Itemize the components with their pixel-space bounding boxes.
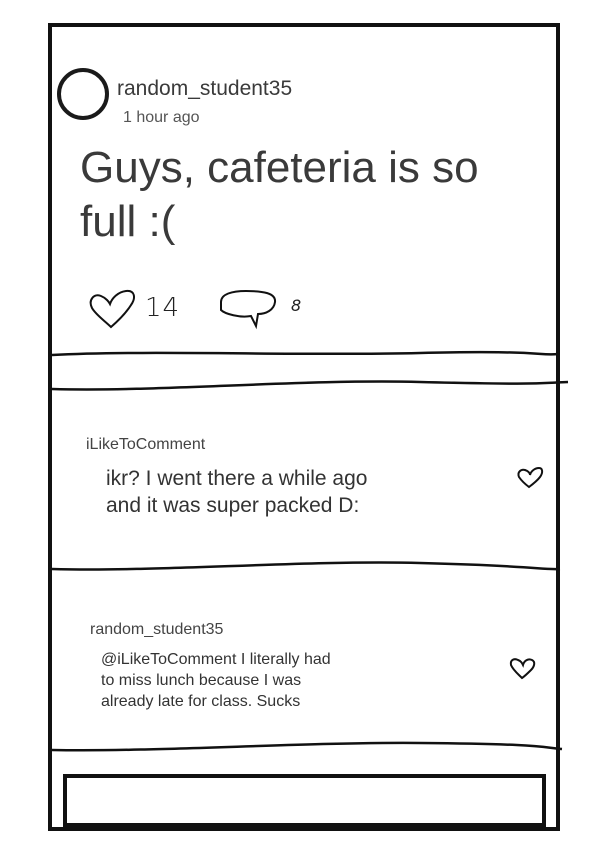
comment-username[interactable]: iLikeToComment — [86, 436, 205, 454]
post-timestamp: 1 hour ago — [123, 109, 200, 126]
post-username[interactable]: random_student35 — [117, 77, 292, 101]
comment-username[interactable]: random_student35 — [90, 621, 223, 639]
heart-icon[interactable] — [516, 466, 544, 490]
reply-input[interactable] — [63, 774, 546, 827]
post-text: Guys, cafeteria is so full :( — [80, 143, 479, 246]
speech-bubble-icon[interactable] — [218, 288, 280, 332]
heart-icon[interactable] — [508, 656, 536, 680]
reply-count: 8 — [291, 296, 302, 315]
heart-icon[interactable] — [86, 288, 138, 330]
avatar[interactable] — [57, 68, 109, 120]
comment-text: @iLikeToComment I literally had to miss … — [101, 651, 331, 710]
like-count: 14 — [145, 293, 181, 323]
comment-text: ikr? I went there a while ago and it was… — [106, 467, 368, 517]
